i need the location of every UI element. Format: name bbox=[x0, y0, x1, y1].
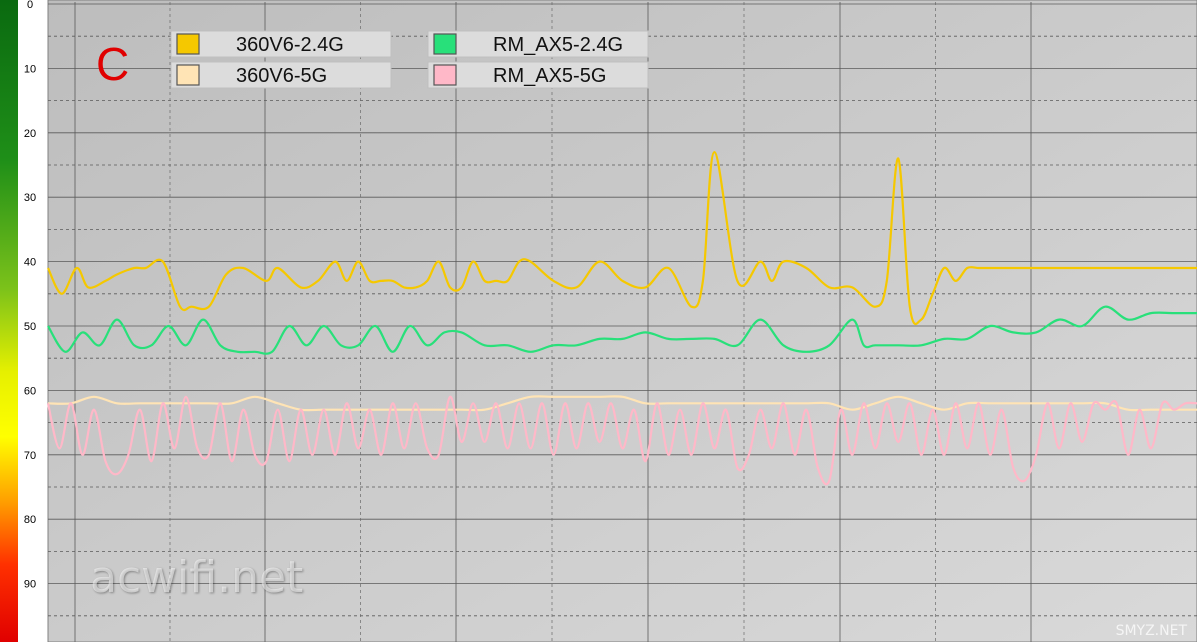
legend-label: 360V6-5G bbox=[236, 65, 327, 87]
y-tick-label: 20 bbox=[24, 128, 36, 140]
panel-label: C bbox=[96, 38, 129, 90]
legend-swatch bbox=[433, 33, 457, 55]
signal-chart: 0 10 20 30 40 50 60 70 80 90 360V6-2.4G 360V6-5G RM… bbox=[0, 0, 1197, 642]
y-tick-label: 40 bbox=[24, 257, 36, 269]
legend-swatch bbox=[176, 33, 200, 55]
color-scale-bar bbox=[0, 0, 18, 642]
y-tick-label: 60 bbox=[24, 385, 36, 397]
y-tick-label: 30 bbox=[24, 192, 36, 204]
y-tick-label: 70 bbox=[24, 450, 36, 462]
legend-label: RM_AX5-2.4G bbox=[493, 34, 623, 56]
y-tick-label: 90 bbox=[24, 579, 36, 591]
plot-background bbox=[47, 0, 1197, 642]
y-tick-label: 80 bbox=[24, 514, 36, 526]
y-tick-label: 50 bbox=[24, 321, 36, 333]
legend-label: 360V6-2.4G bbox=[236, 34, 344, 56]
legend-label: RM_AX5-5G bbox=[493, 65, 606, 87]
legend-swatch bbox=[433, 64, 457, 86]
y-tick-label: 10 bbox=[24, 63, 36, 75]
legend-swatch bbox=[176, 64, 200, 86]
y-tick-label: 0 bbox=[27, 0, 33, 11]
